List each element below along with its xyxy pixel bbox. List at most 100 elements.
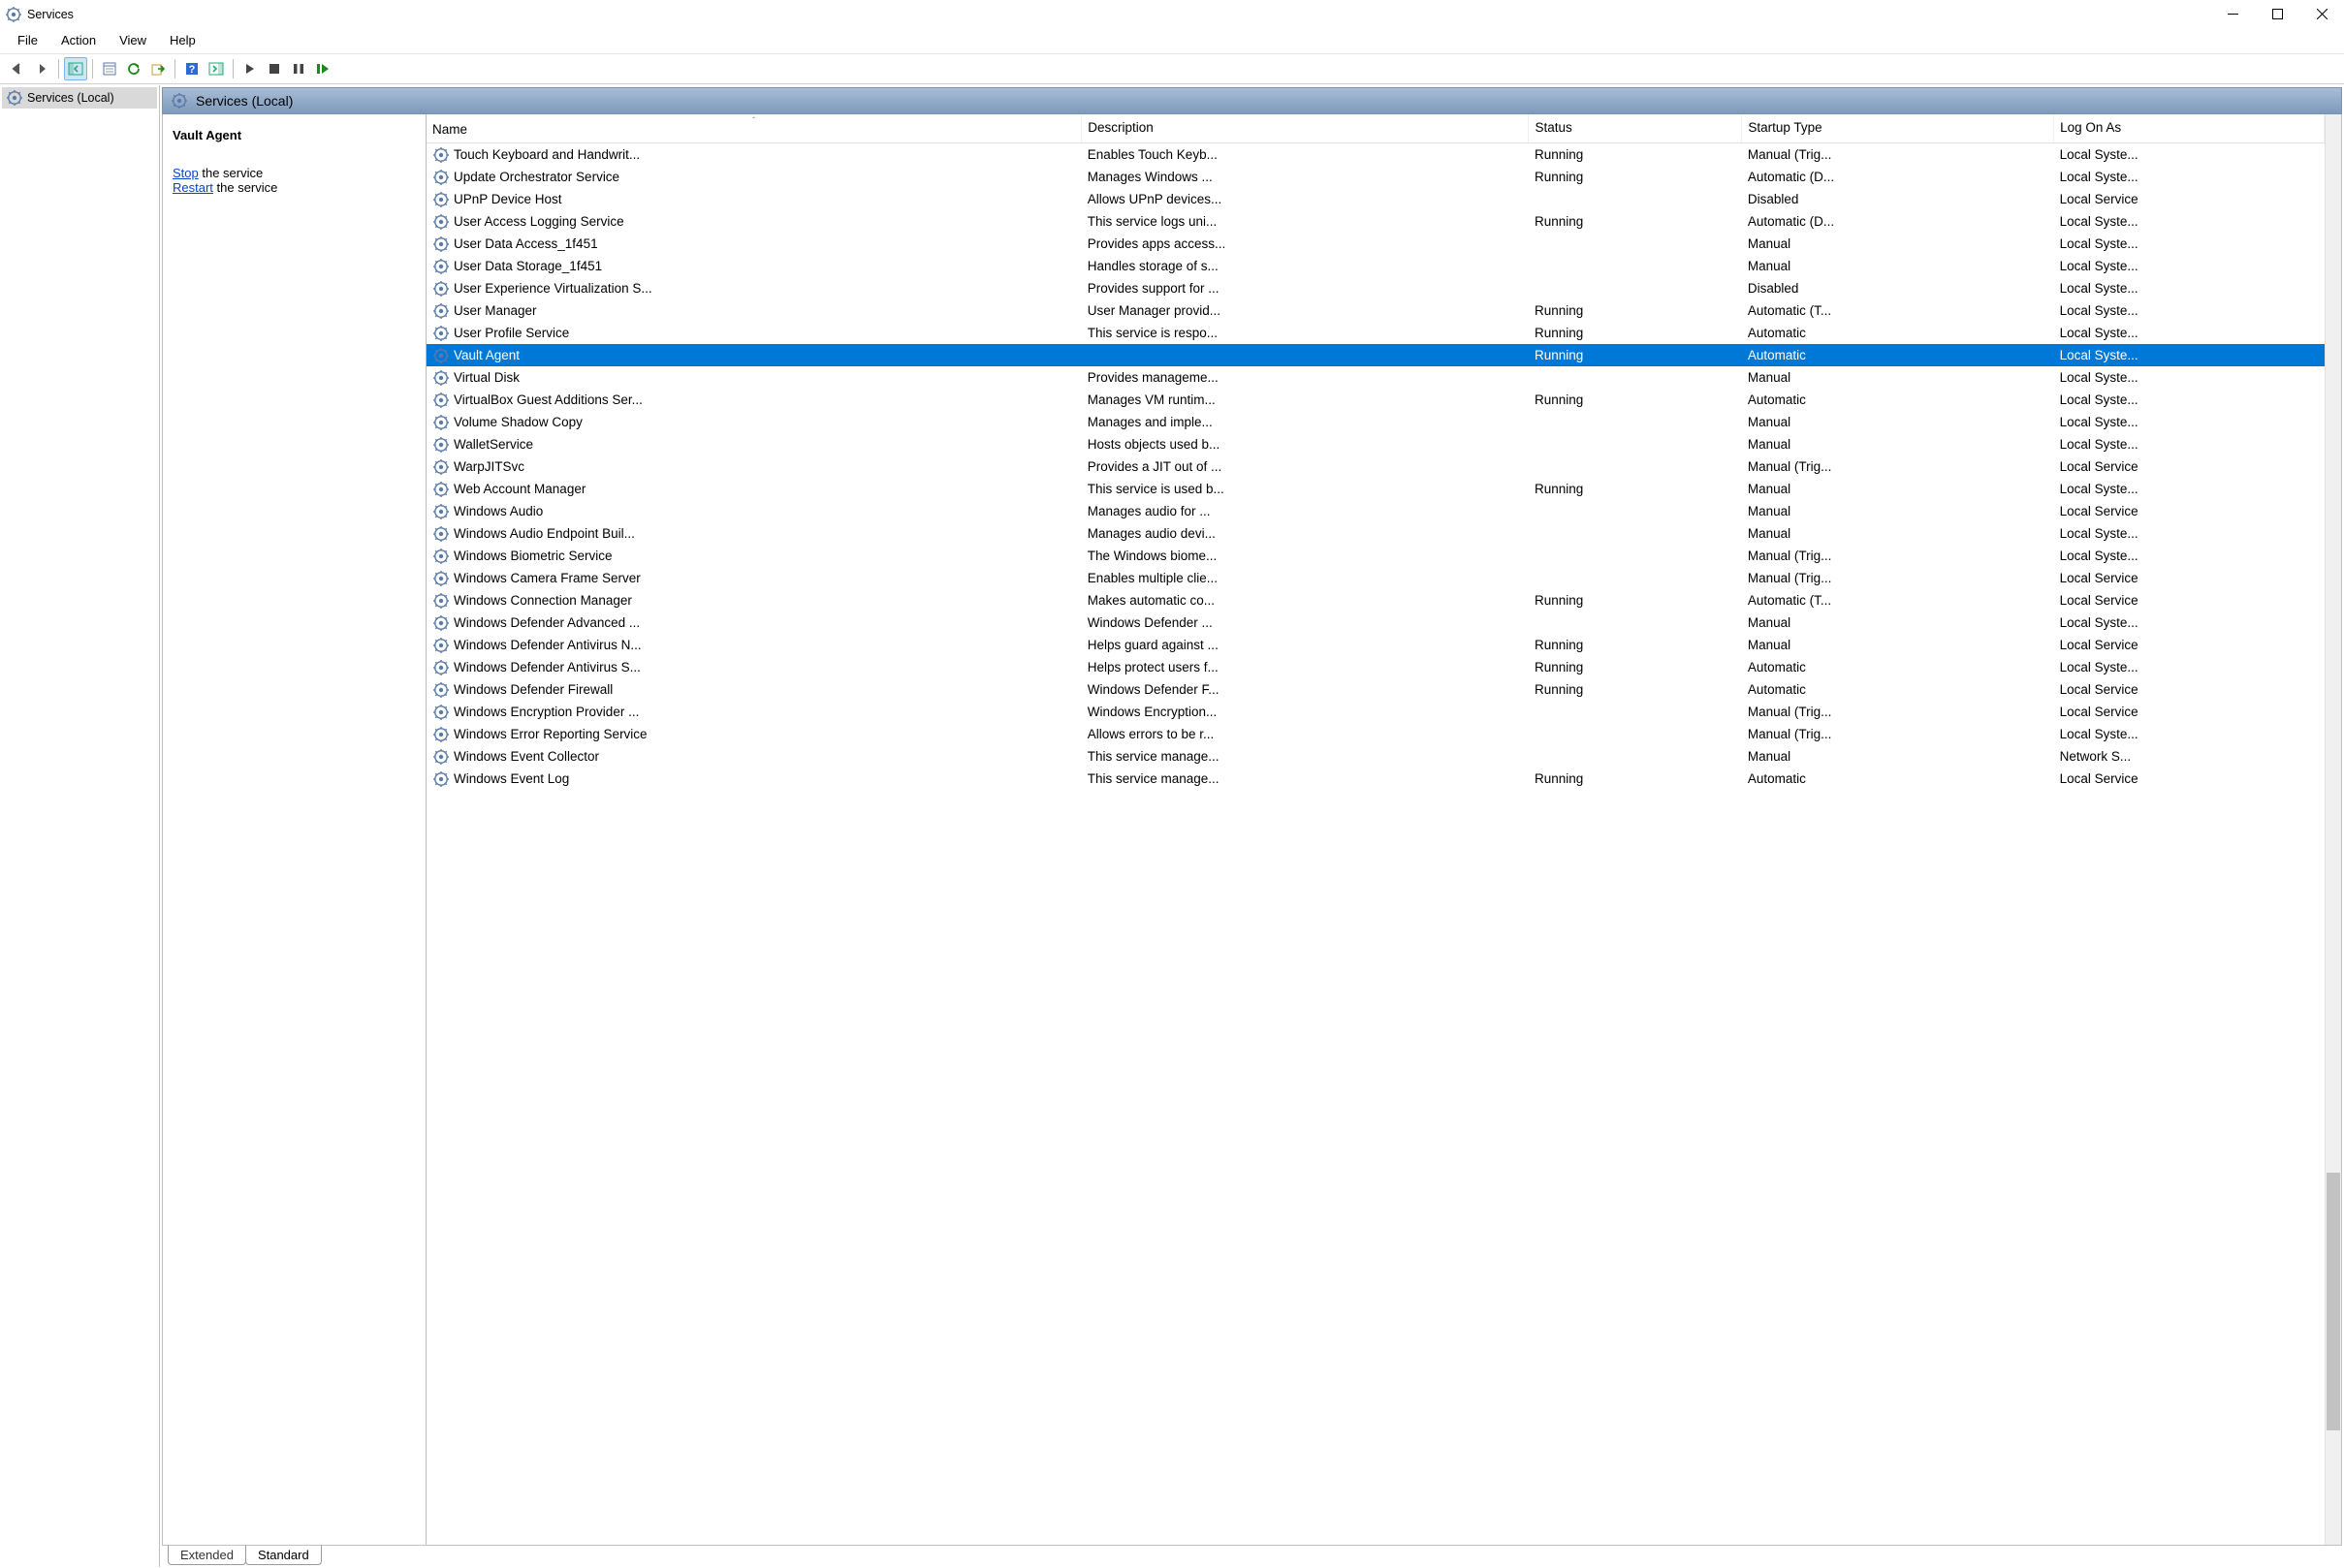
minimize-button[interactable]	[2210, 0, 2255, 29]
close-button[interactable]	[2299, 0, 2344, 29]
service-name-cell: Virtual Disk	[427, 366, 1082, 389]
service-desc-cell: Helps guard against ...	[1082, 634, 1529, 656]
service-status-cell	[1529, 723, 1742, 745]
column-description[interactable]: Description	[1082, 114, 1529, 143]
service-status-cell: Running	[1529, 478, 1742, 500]
selected-service-name: Vault Agent	[173, 128, 416, 142]
service-row[interactable]: Virtual DiskProvides manageme...ManualLo…	[427, 366, 2325, 389]
titlebar: Services	[0, 0, 2344, 29]
stop-service-link[interactable]: Stop	[173, 166, 199, 180]
vertical-scrollbar[interactable]	[2325, 114, 2341, 1545]
service-name-cell: Windows Connection Manager	[427, 589, 1082, 612]
scrollbar-thumb[interactable]	[2327, 1173, 2340, 1430]
service-row[interactable]: Windows Error Reporting ServiceAllows er…	[427, 723, 2325, 745]
service-row[interactable]: Update Orchestrator ServiceManages Windo…	[427, 166, 2325, 188]
service-row[interactable]: Windows Camera Frame ServerEnables multi…	[427, 567, 2325, 589]
service-name-label: Windows Defender Antivirus S...	[454, 660, 641, 674]
service-logon-cell: Local Syste...	[2054, 322, 2325, 344]
service-row[interactable]: Touch Keyboard and Handwrit...Enables To…	[427, 143, 2325, 167]
service-startup-cell: Manual	[1742, 411, 2054, 433]
service-row[interactable]: User Access Logging ServiceThis service …	[427, 210, 2325, 233]
service-desc-cell: Manages audio for ...	[1082, 500, 1529, 522]
service-status-cell: Running	[1529, 299, 1742, 322]
column-startup[interactable]: Startup Type	[1742, 114, 2054, 143]
service-icon	[432, 770, 450, 788]
refresh-button[interactable]	[122, 57, 145, 80]
menu-view[interactable]: View	[110, 31, 156, 49]
service-row[interactable]: VirtualBox Guest Additions Ser...Manages…	[427, 389, 2325, 411]
show-hide-tree-button[interactable]	[64, 57, 87, 80]
service-logon-cell: Local Syste...	[2054, 612, 2325, 634]
service-name-cell: User Data Storage_1f451	[427, 255, 1082, 277]
service-row[interactable]: Windows AudioManages audio for ...Manual…	[427, 500, 2325, 522]
column-status[interactable]: Status	[1529, 114, 1742, 143]
service-startup-cell: Manual	[1742, 634, 2054, 656]
service-name-label: Windows Audio	[454, 504, 543, 518]
service-logon-cell: Local Syste...	[2054, 478, 2325, 500]
column-logon[interactable]: Log On As	[2054, 114, 2325, 143]
service-name-label: UPnP Device Host	[454, 192, 562, 206]
service-row[interactable]: Windows Event LogThis service manage...R…	[427, 768, 2325, 790]
service-row[interactable]: Vault AgentRunningAutomaticLocal Syste..…	[427, 344, 2325, 366]
tree-item-label: Services (Local)	[27, 91, 114, 105]
help-button[interactable]: ?	[180, 57, 204, 80]
service-row[interactable]: User Profile ServiceThis service is resp…	[427, 322, 2325, 344]
service-desc-cell: Windows Defender ...	[1082, 612, 1529, 634]
export-button[interactable]	[146, 57, 170, 80]
menu-action[interactable]: Action	[51, 31, 106, 49]
stop-service-button[interactable]	[263, 57, 286, 80]
properties-button[interactable]	[98, 57, 121, 80]
service-row[interactable]: Windows Defender Antivirus S...Helps pro…	[427, 656, 2325, 678]
menu-help[interactable]: Help	[160, 31, 206, 49]
service-startup-cell: Manual	[1742, 522, 2054, 545]
service-status-cell: Running	[1529, 768, 1742, 790]
start-service-button[interactable]	[238, 57, 262, 80]
service-status-cell	[1529, 545, 1742, 567]
maximize-button[interactable]	[2255, 0, 2299, 29]
svg-text:?: ?	[189, 64, 196, 76]
service-row[interactable]: Windows Defender Advanced ... Windows Def…	[427, 612, 2325, 634]
pause-service-button[interactable]	[287, 57, 310, 80]
service-logon-cell: Local Syste...	[2054, 522, 2325, 545]
service-row[interactable]: Windows Connection ManagerMakes automati…	[427, 589, 2325, 612]
service-row[interactable]: UPnP Device HostAllows UPnP devices...Di…	[427, 188, 2325, 210]
window-title: Services	[27, 8, 74, 21]
back-button[interactable]	[6, 57, 29, 80]
service-status-cell	[1529, 745, 1742, 768]
column-name[interactable]: ˆName	[427, 114, 1082, 143]
tab-standard[interactable]: Standard	[245, 1545, 322, 1565]
tab-extended[interactable]: Extended	[168, 1545, 246, 1565]
service-row[interactable]: Windows Audio Endpoint Buil...Manages au…	[427, 522, 2325, 545]
service-row[interactable]: User Experience Virtualization S...Provi…	[427, 277, 2325, 299]
service-startup-cell: Manual (Trig...	[1742, 143, 2054, 167]
service-row[interactable]: Volume Shadow CopyManages and imple...Ma…	[427, 411, 2325, 433]
service-row[interactable]: Windows Encryption Provider ...Windows E…	[427, 701, 2325, 723]
menu-file[interactable]: File	[8, 31, 48, 49]
service-desc-cell: User Manager provid...	[1082, 299, 1529, 322]
service-status-cell: Running	[1529, 143, 1742, 167]
service-row[interactable]: Windows Defender FirewallWindows Defende…	[427, 678, 2325, 701]
service-icon	[432, 637, 450, 654]
service-icon	[432, 302, 450, 320]
service-row[interactable]: WarpJITSvcProvides a JIT out of ...Manua…	[427, 455, 2325, 478]
service-status-cell	[1529, 433, 1742, 455]
service-row[interactable]: Windows Biometric ServiceThe Windows bio…	[427, 545, 2325, 567]
service-name-label: Windows Defender Advanced ...	[454, 615, 640, 630]
service-row[interactable]: Web Account ManagerThis service is used …	[427, 478, 2325, 500]
show-hide-action-button[interactable]	[205, 57, 228, 80]
service-row[interactable]: User Data Storage_1f451Handles storage o…	[427, 255, 2325, 277]
tree-item-services-local[interactable]: Services (Local)	[2, 87, 157, 109]
service-row[interactable]: User ManagerUser Manager provid...Runnin…	[427, 299, 2325, 322]
restart-service-button[interactable]	[311, 57, 334, 80]
service-status-cell	[1529, 233, 1742, 255]
service-name-label: Windows Connection Manager	[454, 593, 632, 608]
restart-service-link[interactable]: Restart	[173, 180, 213, 195]
service-name-cell: Volume Shadow Copy	[427, 411, 1082, 433]
service-row[interactable]: Windows Event CollectorThis service mana…	[427, 745, 2325, 768]
forward-button[interactable]	[30, 57, 53, 80]
service-row[interactable]: Windows Defender Antivirus N...Helps gua…	[427, 634, 2325, 656]
service-row[interactable]: User Data Access_1f451Provides apps acce…	[427, 233, 2325, 255]
service-icon	[432, 347, 450, 364]
service-icon	[432, 414, 450, 431]
service-row[interactable]: WalletServiceHosts objects used b...Manu…	[427, 433, 2325, 455]
